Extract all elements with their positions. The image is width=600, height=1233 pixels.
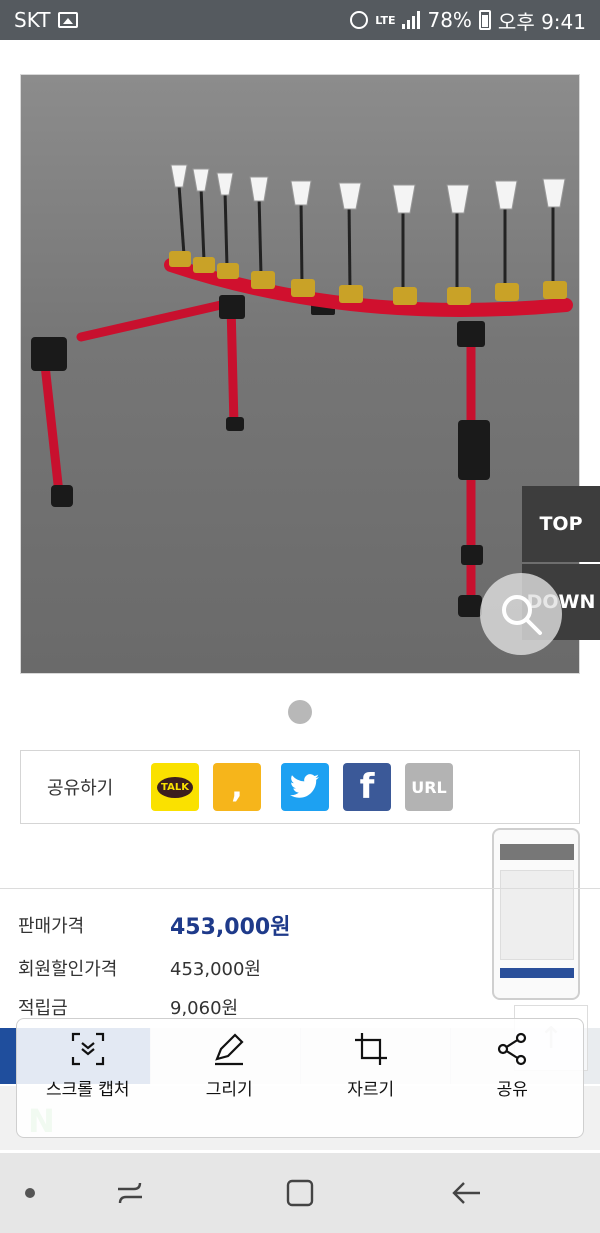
draw-label: 그리기	[205, 1080, 253, 1100]
section-divider	[0, 888, 600, 889]
crop-button[interactable]: 자르기	[300, 1019, 442, 1137]
points-value: 9,060원	[170, 998, 239, 1019]
lte-label: LTE	[375, 13, 396, 27]
zoom-button[interactable]	[480, 573, 562, 655]
status-bar: SKT LTE 78% 오후 9:41	[0, 0, 600, 40]
facebook-icon: f	[359, 767, 375, 807]
sale-price-row: 판매가격 453,000원	[18, 912, 290, 941]
url-label: URL	[411, 777, 447, 797]
scroll-capture-icon	[71, 1032, 104, 1066]
share-icon	[498, 1032, 527, 1066]
share-box: 공유하기 TALK , f URL	[20, 750, 580, 824]
screenshot-toolbar: 스크롤 캡처 그리기 자르기 공유	[16, 1018, 584, 1138]
crop-label: 자르기	[347, 1080, 395, 1100]
kakaostory-share-button[interactable]: ,	[213, 763, 261, 811]
carrier-label: SKT	[14, 8, 51, 32]
facebook-share-button[interactable]: f	[343, 763, 391, 811]
crop-icon	[354, 1033, 387, 1065]
url-share-button[interactable]: URL	[405, 763, 453, 811]
back-icon[interactable]	[448, 1175, 484, 1211]
pen-icon	[215, 1033, 244, 1066]
twitter-bird-icon	[290, 774, 319, 798]
share-label-capture: 공유	[496, 1080, 528, 1100]
image-pager-dot[interactable]	[288, 700, 312, 724]
nav-dot-icon[interactable]	[25, 1188, 35, 1198]
member-price-label: 회원할인가격	[18, 959, 118, 980]
scroll-top-button[interactable]: TOP	[522, 486, 600, 562]
points-row: 적립금 9,060원	[18, 994, 238, 1020]
share-label: 공유하기	[47, 778, 114, 799]
member-price-value: 453,000원	[170, 959, 261, 980]
sale-price-value: 453,000원	[170, 915, 291, 940]
home-icon[interactable]	[282, 1175, 318, 1211]
recent-apps-icon[interactable]	[112, 1175, 148, 1211]
alarm-icon	[350, 11, 369, 29]
image-notification-icon	[58, 12, 79, 28]
system-navigation-bar	[0, 1153, 600, 1233]
kakaotalk-share-button[interactable]: TALK	[151, 763, 199, 811]
kakaostory-icon: ,	[231, 769, 243, 805]
product-title-fragment: ────── ─ ─ ───── ─────	[150, 40, 392, 50]
member-price-row: 회원할인가격 453,000원	[18, 955, 261, 981]
product-title-strip: ────── ─ ─ ───── ─────	[0, 40, 600, 60]
signal-icon	[402, 11, 421, 29]
battery-icon	[478, 10, 491, 30]
clock: 오후 9:41	[497, 9, 586, 34]
draw-button[interactable]: 그리기	[159, 1019, 301, 1137]
share-screenshot-button[interactable]: 공유	[442, 1019, 584, 1137]
sale-price-label: 판매가격	[18, 916, 85, 937]
scroll-capture-label: 스크롤 캡처	[45, 1080, 130, 1100]
points-label: 적립금	[18, 998, 68, 1019]
kakaotalk-icon: TALK	[157, 776, 193, 798]
twitter-share-button[interactable]	[281, 763, 329, 811]
magnifier-icon	[502, 595, 542, 635]
battery-percent: 78%	[427, 8, 472, 32]
scroll-capture-button[interactable]: 스크롤 캡처	[17, 1019, 159, 1137]
screenshot-thumbnail[interactable]	[492, 828, 580, 1000]
